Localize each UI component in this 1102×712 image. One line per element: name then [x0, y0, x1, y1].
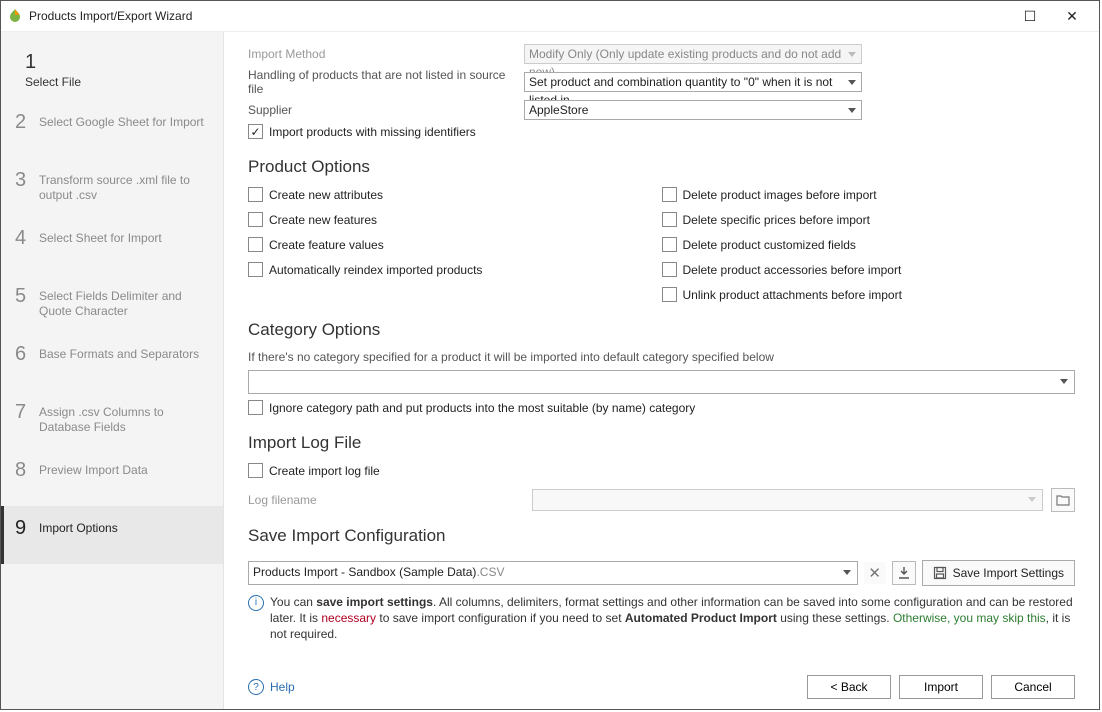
checkbox-del-images[interactable]: Delete product images before import — [662, 187, 1076, 202]
checkbox-new-attributes[interactable]: Create new attributes — [248, 187, 662, 202]
label-import-method: Import Method — [248, 47, 524, 61]
maximize-button[interactable]: ☐ — [1009, 1, 1051, 31]
titlebar: Products Import/Export Wizard ☐ ✕ — [1, 1, 1099, 32]
sidebar: 1Select File 2Select Google Sheet for Im… — [1, 32, 224, 709]
row-handling: Handling of products that are not listed… — [248, 68, 1075, 96]
download-config-button[interactable] — [892, 561, 916, 585]
footer: ?Help < Back Import Cancel — [248, 661, 1075, 699]
dropdown-supplier[interactable]: AppleStore — [524, 100, 862, 120]
product-options-left: Create new attributes Create new feature… — [248, 187, 662, 306]
step-9[interactable]: 9Import Options — [1, 506, 223, 564]
row-import-method: Import Method Modify Only (Only update e… — [248, 44, 1075, 64]
save-icon — [933, 566, 947, 580]
save-bar: Products Import - Sandbox (Sample Data).… — [248, 560, 1075, 586]
checkbox-create-log[interactable]: Create import log file — [248, 463, 1075, 478]
save-note: i You can save import settings. All colu… — [248, 594, 1075, 642]
checkbox-feature-values[interactable]: Create feature values — [248, 237, 662, 252]
import-button[interactable]: Import — [899, 675, 983, 699]
product-options-right: Delete product images before import Dele… — [662, 187, 1076, 306]
step-8[interactable]: 8Preview Import Data — [1, 448, 223, 506]
step-1[interactable]: 1Select File — [1, 40, 223, 100]
help-icon: ? — [248, 679, 264, 695]
checkbox-del-prices[interactable]: Delete specific prices before import — [662, 212, 1076, 227]
save-settings-button[interactable]: Save Import Settings — [922, 560, 1075, 586]
checkbox-unlink-attach[interactable]: Unlink product attachments before import — [662, 287, 1076, 302]
checkbox-ignore-path[interactable]: Ignore category path and put products in… — [248, 400, 1075, 415]
back-button[interactable]: < Back — [807, 675, 891, 699]
checkbox-del-custom[interactable]: Delete product customized fields — [662, 237, 1076, 252]
step-6[interactable]: 6Base Formats and Separators — [1, 332, 223, 390]
step-3[interactable]: 3Transform source .xml file to output .c… — [1, 158, 223, 216]
step-7[interactable]: 7Assign .csv Columns to Database Fields — [1, 390, 223, 448]
step-5[interactable]: 5Select Fields Delimiter and Quote Chara… — [1, 274, 223, 332]
checkbox-new-features[interactable]: Create new features — [248, 212, 662, 227]
wizard-window: Products Import/Export Wizard ☐ ✕ 1Selec… — [0, 0, 1100, 710]
browse-folder-button[interactable] — [1051, 488, 1075, 512]
download-icon — [897, 566, 911, 580]
dropdown-default-category[interactable] — [248, 370, 1075, 394]
dropdown-handling[interactable]: Set product and combination quantity to … — [524, 72, 862, 92]
step-2[interactable]: 2Select Google Sheet for Import — [1, 100, 223, 158]
checkmark-icon — [248, 124, 263, 139]
label-log-filename: Log filename — [248, 493, 524, 507]
category-hint: If there's no category specified for a p… — [248, 350, 1075, 364]
folder-icon — [1056, 494, 1070, 506]
window-title: Products Import/Export Wizard — [29, 9, 1009, 23]
label-handling: Handling of products that are not listed… — [248, 68, 524, 96]
heading-save-config: Save Import Configuration — [248, 526, 1075, 546]
clear-config-button[interactable]: ✕ — [864, 562, 886, 584]
product-options-grid: Create new attributes Create new feature… — [248, 187, 1075, 306]
checkbox-del-accessories[interactable]: Delete product accessories before import — [662, 262, 1076, 277]
heading-log: Import Log File — [248, 433, 1075, 453]
checkbox-reindex[interactable]: Automatically reindex imported products — [248, 262, 662, 277]
info-icon: i — [248, 595, 264, 611]
dropdown-config-name[interactable]: Products Import - Sandbox (Sample Data).… — [248, 561, 858, 585]
row-log-filename: Log filename — [248, 488, 1075, 512]
main-panel: Import Method Modify Only (Only update e… — [224, 32, 1099, 709]
help-link[interactable]: ?Help — [248, 679, 295, 695]
cancel-button[interactable]: Cancel — [991, 675, 1075, 699]
input-log-filename[interactable] — [532, 489, 1043, 511]
heading-product-options: Product Options — [248, 157, 1075, 177]
close-icon: ✕ — [868, 564, 881, 582]
row-supplier: Supplier AppleStore — [248, 100, 1075, 120]
dropdown-import-method[interactable]: Modify Only (Only update existing produc… — [524, 44, 862, 64]
heading-category-options: Category Options — [248, 320, 1075, 340]
close-button[interactable]: ✕ — [1051, 1, 1093, 31]
checkbox-missing-identifiers[interactable]: Import products with missing identifiers — [248, 124, 1075, 139]
step-4[interactable]: 4Select Sheet for Import — [1, 216, 223, 274]
body: 1Select File 2Select Google Sheet for Im… — [1, 32, 1099, 709]
label-supplier: Supplier — [248, 103, 524, 117]
app-icon — [7, 8, 23, 24]
